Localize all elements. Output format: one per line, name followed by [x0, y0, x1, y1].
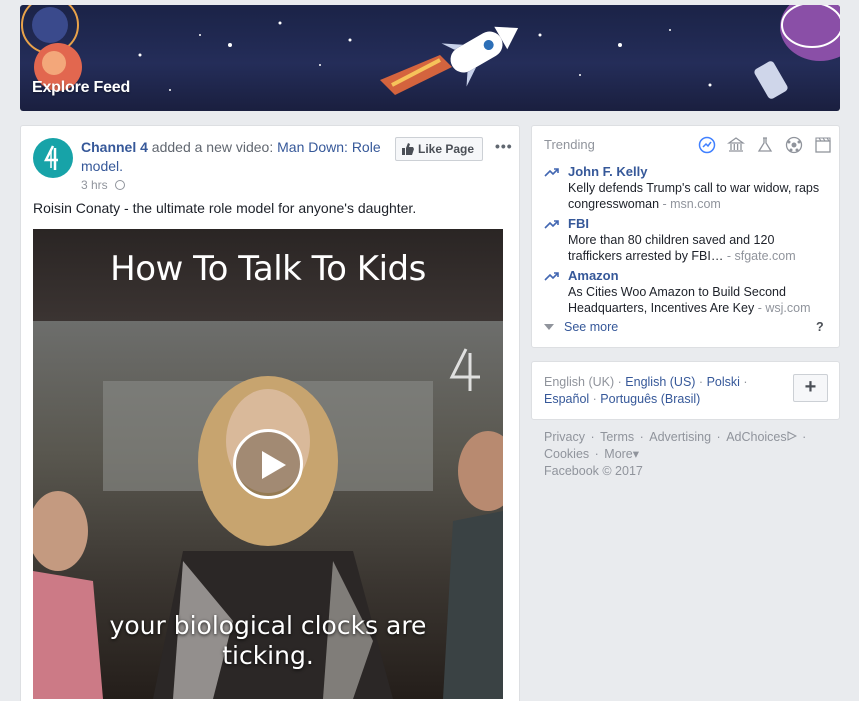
page-name-link[interactable]: Channel 4 [81, 139, 148, 155]
channel4-avatar[interactable] [33, 138, 73, 178]
explore-feed-title: Explore Feed [32, 79, 131, 96]
science-icon[interactable] [756, 136, 774, 154]
help-icon[interactable]: ? [816, 320, 824, 334]
footer-link-more[interactable]: More [604, 447, 632, 461]
politics-icon[interactable] [726, 136, 746, 154]
language-option[interactable]: Polski [707, 375, 740, 389]
video-caption-line2: ticking. [222, 641, 314, 670]
trending-topic-description: As Cities Woo Amazon to Build Second Hea… [568, 285, 811, 315]
trending-box: Trending John F. Kelly Kelly defends Tru… [531, 125, 840, 348]
trend-arrow-icon [544, 220, 559, 229]
current-language: English (UK) [544, 375, 615, 389]
copyright: Facebook © 2017 [544, 464, 643, 478]
play-button-icon[interactable] [233, 429, 303, 499]
video-caption-line1: your biological clocks are [109, 611, 427, 640]
post-timestamp[interactable]: 3 hrs [81, 178, 126, 192]
trending-categories [698, 136, 832, 154]
video-player[interactable]: How To Talk To Kids your biological cloc… [33, 229, 503, 699]
trending-topic-name[interactable]: FBI [568, 216, 589, 231]
like-page-button[interactable]: Like Page [395, 137, 484, 161]
post-header: Channel 4 added a new video: Man Down: R… [81, 138, 381, 176]
chevron-down-icon [544, 324, 554, 330]
trending-title: Trending [544, 137, 595, 152]
trending-topic-description: More than 80 children saved and 120 traf… [568, 233, 796, 263]
post-message: Roisin Conaty - the ultimate role model … [33, 200, 417, 216]
trend-arrow-icon [544, 272, 559, 281]
entertainment-icon[interactable] [814, 136, 832, 154]
language-option[interactable]: Português (Brasil) [600, 392, 700, 406]
trending-topic-description: Kelly defends Trump's call to war widow,… [568, 181, 820, 211]
language-option[interactable]: Español [544, 392, 589, 406]
footer-link-terms[interactable]: Terms [600, 430, 634, 444]
globe-icon [115, 180, 126, 190]
adchoices-icon [787, 431, 797, 441]
footer-link-advertising[interactable]: Advertising [649, 430, 711, 444]
video-title-overlay: How To Talk To Kids [110, 249, 426, 289]
video-post: Channel 4 added a new video: Man Down: R… [20, 125, 520, 701]
explore-feed-banner: Explore Feed [20, 5, 840, 111]
post-action-text: added a new video: [151, 139, 274, 155]
thumbs-up-icon [402, 143, 414, 155]
trending-topic-source: - sfgate.com [726, 249, 796, 263]
trending-topic-source: - wsj.com [757, 301, 811, 315]
footer-link-adchoices[interactable]: AdChoices [726, 430, 786, 444]
see-more-link[interactable]: See more [544, 320, 618, 334]
trend-arrow-icon [544, 168, 559, 177]
trending-icon[interactable] [698, 136, 716, 154]
language-line-2: Español · Português (Brasil) [544, 392, 701, 406]
trending-topic-source: - msn.com [662, 197, 721, 211]
more-caret-icon: ▾ [632, 447, 640, 461]
trending-topic-name[interactable]: Amazon [568, 268, 619, 283]
like-page-label: Like Page [418, 142, 475, 156]
post-time: 3 hrs [81, 178, 108, 192]
language-line-1: English (UK) · English (US) · Polski · [544, 375, 748, 389]
footer-link-privacy[interactable]: Privacy [544, 430, 585, 444]
footer-link-cookies[interactable]: Cookies [544, 447, 589, 461]
page-footer: Privacy · Terms · Advertising · AdChoice… [544, 429, 834, 480]
sports-icon[interactable] [785, 136, 803, 154]
post-options-icon[interactable]: ••• [495, 138, 513, 154]
language-option[interactable]: English (US) [625, 375, 695, 389]
language-selector: English (UK) · English (US) · Polski · E… [531, 361, 840, 420]
space-illustration [21, 5, 840, 99]
trending-topic-name[interactable]: John F. Kelly [568, 164, 647, 179]
channel4-logo-icon [43, 145, 58, 170]
channel4-watermark [449, 348, 480, 391]
add-language-button[interactable]: + [793, 374, 828, 402]
